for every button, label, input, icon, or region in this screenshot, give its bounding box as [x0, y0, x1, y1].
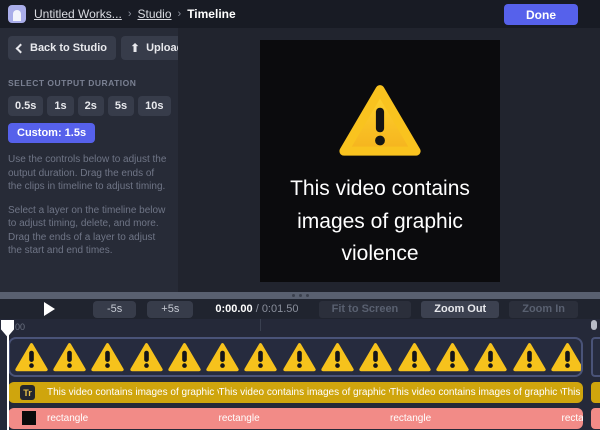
- warning-triangle-thumb-icon: [168, 343, 201, 372]
- warning-triangle-thumb-icon: [283, 343, 316, 372]
- next-scene-shape-sliver[interactable]: [591, 408, 600, 429]
- video-preview-frame[interactable]: This video contains images of graphic vi…: [260, 40, 500, 282]
- breadcrumb-separator: ›: [127, 8, 132, 20]
- next-scene-video-sliver[interactable]: [591, 337, 600, 377]
- warning-triangle-thumb-icon: [244, 343, 278, 372]
- help-paragraph-1: Use the controls below to adjust the out…: [8, 154, 167, 192]
- breadcrumb: Untitled Works... › Studio › Timeline: [34, 7, 236, 21]
- warning-triangle-thumb-icon: [436, 343, 469, 372]
- text-layer-label: This video contains images of graphic vi…: [218, 387, 391, 398]
- rectangle-shape-icon: [22, 411, 36, 425]
- warning-triangle-thumb-icon: [321, 343, 354, 372]
- video-thumbnail: [203, 342, 241, 372]
- video-thumbnail: [280, 342, 318, 372]
- breadcrumb-timeline: Timeline: [187, 7, 236, 21]
- text-layer-label: This video contains images of graphic vi…: [47, 387, 219, 398]
- warning-triangle-thumb-icon: [397, 343, 431, 372]
- warning-triangle-thumb-icon: [129, 343, 163, 372]
- warning-triangle-icon: [339, 85, 421, 156]
- top-bar: Untitled Works... › Studio › Timeline Do…: [0, 0, 600, 28]
- shape-layer-label: rectangle: [390, 413, 432, 424]
- panel-resize-handle[interactable]: [0, 292, 600, 299]
- skip-forward-5s-button[interactable]: +5s: [147, 300, 194, 318]
- ruler-start-label: 00: [15, 322, 26, 332]
- video-thumbnail: [510, 342, 548, 372]
- fit-to-screen-button[interactable]: Fit to Screen: [318, 300, 412, 318]
- sidebar: Back to Studio ⬆ Upload SELECT OUTPUT DU…: [0, 28, 193, 292]
- chevron-left-icon: [15, 43, 26, 53]
- duration-2s-button[interactable]: 2s: [77, 96, 104, 116]
- app-logo-icon[interactable]: [8, 5, 26, 23]
- video-thumbnail: [89, 342, 127, 372]
- current-time: 0:00.00: [215, 303, 253, 315]
- breadcrumb-studio[interactable]: Studio: [137, 7, 171, 21]
- warning-triangle-thumb-icon: [512, 343, 546, 372]
- video-thumbnail: [242, 342, 280, 372]
- drag-handle-dot: [291, 294, 295, 297]
- custom-duration-button[interactable]: Custom: 1.5s: [8, 123, 96, 143]
- preview-area: This video contains images of graphic vi…: [178, 28, 600, 292]
- time-display: 0:00.00 / 0:01.50: [215, 303, 298, 315]
- warning-triangle-thumb-icon: [53, 343, 86, 372]
- back-to-studio-label: Back to Studio: [30, 42, 108, 54]
- zoom-out-button[interactable]: Zoom Out: [421, 300, 500, 318]
- video-thumbnail: [472, 342, 510, 372]
- playhead-marker[interactable]: [1, 320, 14, 337]
- breadcrumb-project[interactable]: Untitled Works...: [34, 7, 122, 21]
- duration-1s-button[interactable]: 1s: [47, 96, 74, 116]
- timeline-panel: 00 Tr This video contains images of grap…: [0, 319, 600, 430]
- shape-layer-label: rectangle: [561, 413, 584, 424]
- zoom-in-button[interactable]: Zoom In: [509, 300, 578, 318]
- playhead-line: [7, 333, 9, 430]
- done-button[interactable]: Done: [504, 4, 578, 25]
- app-window: Untitled Works... › Studio › Timeline Do…: [0, 0, 600, 430]
- play-button[interactable]: [44, 302, 55, 316]
- video-thumbnail: [318, 342, 356, 372]
- duration-heading: SELECT OUTPUT DURATION: [8, 78, 137, 88]
- ruler-tick: [260, 319, 261, 331]
- next-scene-text-sliver[interactable]: [591, 382, 600, 403]
- drag-handle-dot: [298, 294, 302, 297]
- video-thumbnail: [548, 342, 581, 372]
- video-thumbnail: [357, 342, 395, 372]
- warning-triangle-thumb-icon: [14, 343, 48, 372]
- shape-layer-label: rectangle: [47, 413, 89, 424]
- duration-5s-button[interactable]: 5s: [107, 96, 135, 116]
- warning-triangle-thumb-icon: [91, 343, 124, 372]
- warning-triangle-thumb-icon: [551, 343, 581, 372]
- drag-handle-dot: [305, 294, 309, 297]
- logo-arch: [13, 10, 21, 21]
- total-time: / 0:01.50: [255, 303, 299, 315]
- duration-10s-button[interactable]: 10s: [138, 96, 171, 116]
- video-thumbnail: [395, 342, 433, 372]
- shape-layer-track[interactable]: rectangle rectangle rectangle rectangle: [8, 408, 583, 429]
- playback-bar: -5s +5s 0:00.00 / 0:01.50 Fit to Screen …: [0, 299, 600, 319]
- timeline-scrollbar-thumb[interactable]: [591, 320, 597, 330]
- duration-options: 0.5s 1s 2s 5s 10s: [8, 96, 171, 116]
- back-to-studio-button[interactable]: Back to Studio: [8, 36, 117, 60]
- warning-triangle-thumb-icon: [474, 343, 507, 372]
- video-thumbnail: [12, 342, 50, 372]
- help-paragraph-2: Select a layer on the timeline below to …: [8, 204, 166, 257]
- text-layer-track[interactable]: Tr This video contains images of graphic…: [8, 382, 583, 403]
- skip-back-5s-button[interactable]: -5s: [93, 300, 137, 318]
- warning-triangle-thumb-icon: [206, 343, 239, 372]
- video-thumbnail: [165, 342, 203, 372]
- text-layer-icon: Tr: [20, 385, 35, 400]
- text-layer-label: This video contains images of graphic vi…: [390, 387, 562, 398]
- warning-triangle-thumb-icon: [359, 343, 392, 372]
- video-thumbnail: [433, 342, 471, 372]
- shape-layer-label: rectangle: [218, 413, 260, 424]
- duration-0.5s-button[interactable]: 0.5s: [8, 96, 44, 116]
- warning-caption: This video contains images of graphic vi…: [290, 177, 470, 266]
- video-layer-track[interactable]: [8, 337, 583, 377]
- text-layer-label: This video contains images of graphic vi…: [561, 387, 584, 398]
- breadcrumb-separator: ›: [177, 8, 182, 20]
- video-thumbnail: [50, 342, 88, 372]
- video-thumbnail: [127, 342, 165, 372]
- upload-icon: ⬆: [130, 41, 141, 55]
